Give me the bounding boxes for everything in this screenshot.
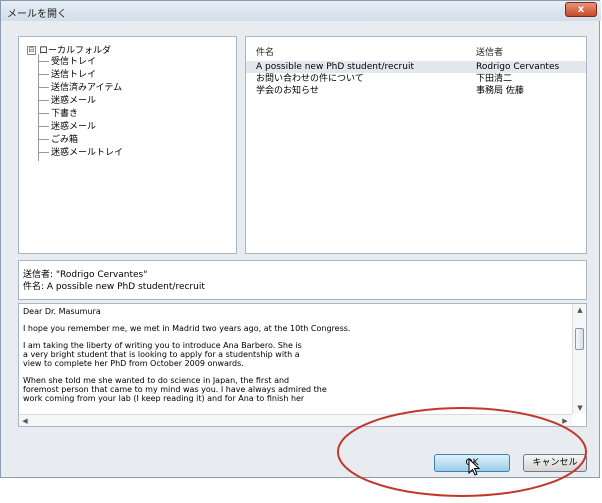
column-header-subject[interactable]: 件名 — [256, 45, 274, 58]
column-header-sender[interactable]: 送信者 — [476, 45, 503, 58]
mail-subject: A possible new PhD student/recruit — [256, 62, 414, 72]
cancel-button[interactable]: キャンセル — [523, 454, 587, 472]
body-paragraph: When she told me she wanted to do scienc… — [23, 376, 327, 403]
open-mail-dialog: メールを開く x ⊟ ローカルフォルダ 受信トレイ 送信トレイ 送信済みアイテム … — [0, 0, 601, 478]
message-body[interactable]: Dear Dr. Masumura I hope you remember me… — [18, 303, 587, 427]
mail-subject: お問い合わせの件について — [256, 74, 364, 84]
vertical-scrollbar[interactable]: ▲ ▼ — [572, 304, 586, 414]
folder-item-trash[interactable]: ごみ箱 — [39, 132, 78, 145]
mail-list: 件名 送信者 A possible new PhD student/recrui… — [245, 36, 587, 254]
folder-item-junk-tray[interactable]: 迷惑メールトレイ — [39, 145, 123, 158]
horizontal-scrollbar[interactable]: ◀ ▶ — [19, 414, 572, 426]
folder-item-sent[interactable]: 送信済みアイテム — [39, 80, 122, 93]
folder-item-junk[interactable]: 迷惑メール — [39, 93, 96, 106]
mail-row[interactable]: A possible new PhD student/recruit Rodri… — [246, 61, 586, 73]
scroll-thumb[interactable] — [575, 328, 584, 350]
folder-item-junk-2[interactable]: 迷惑メール — [39, 119, 96, 132]
dialog-title: メールを開く — [7, 9, 67, 20]
mail-sender: Rodrigo Cervantes — [476, 62, 560, 72]
folder-tree: ⊟ ローカルフォルダ 受信トレイ 送信トレイ 送信済みアイテム 迷惑メール 下書き… — [18, 36, 237, 254]
folder-item-inbox[interactable]: 受信トレイ — [39, 54, 96, 67]
folder-item-drafts[interactable]: 下書き — [39, 106, 78, 119]
close-button[interactable]: x — [565, 2, 597, 17]
header-subject: 件名: A possible new PhD student/recruit — [23, 282, 205, 292]
scroll-left-icon[interactable]: ◀ — [19, 415, 31, 426]
folder-item-outbox[interactable]: 送信トレイ — [39, 67, 96, 80]
mail-row[interactable]: お問い合わせの件について 下田清二 — [246, 73, 586, 85]
title-bar: メールを開く x — [1, 1, 601, 21]
mail-sender: 事務局 佐藤 — [476, 86, 524, 96]
mail-sender: 下田清二 — [476, 74, 513, 84]
scroll-right-icon[interactable]: ▶ — [559, 415, 571, 426]
mouse-pointer-icon — [468, 458, 481, 476]
body-paragraph: I am taking the liberty of writing you t… — [23, 341, 302, 368]
message-header: 送信者: "Rodrigo Cervantes" 件名: A possible … — [18, 260, 587, 300]
mail-subject: 学会のお知らせ — [256, 86, 319, 96]
mail-row[interactable]: 学会のお知らせ 事務局 佐藤 — [246, 85, 586, 97]
collapse-icon[interactable]: ⊟ — [27, 46, 36, 55]
message-body-text: Dear Dr. Masumura I hope you remember me… — [23, 307, 571, 411]
scroll-up-icon[interactable]: ▲ — [573, 304, 586, 316]
close-icon[interactable]: x — [566, 3, 596, 16]
scroll-down-icon[interactable]: ▼ — [573, 402, 586, 414]
body-paragraph: I hope you remember me, we met in Madrid… — [23, 324, 351, 333]
body-greeting: Dear Dr. Masumura — [23, 307, 101, 316]
